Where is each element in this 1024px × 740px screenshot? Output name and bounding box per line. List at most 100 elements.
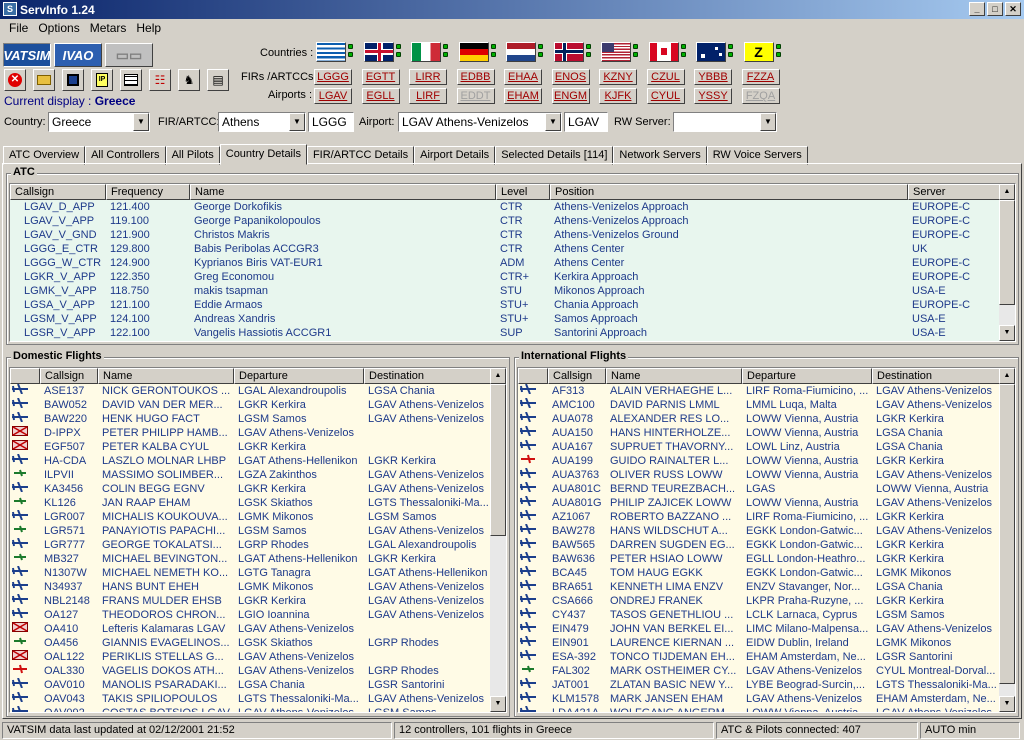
table-row[interactable]: OAV043 TAKIS SPILIOPOULOS LGTS Thessalonik… [10,692,506,706]
table-row[interactable]: OA127 THEODOROS CHRON... LGIO Ioannina LGAV… [10,608,506,622]
table-row[interactable]: LGR571 PANAYIOTIS PAPACHI... LGSM Samos LGA… [10,524,506,538]
table-row[interactable]: AF313 ALAIN VERHAEGHE L... LIRF Roma-Fiumi… [518,384,1015,398]
table-row[interactable]: JAT001 ZLATAN BASIC NEW Y... LYBE Beograd-… [518,678,1015,692]
atc-col-level[interactable]: Level [496,184,550,200]
table-row[interactable]: N34937 HANS BUNT EHEH LGMK Mikonos LGAV Ath… [10,580,506,594]
table-row[interactable]: OAV092 COSTAS BOTSIOS LGAV LGAV Athens-Ven… [10,706,506,712]
table-row[interactable]: OAV010 MANOLIS PSARADAKI... LGSA Chania LGS… [10,678,506,692]
flag-italy[interactable] [411,42,441,62]
fir-button-fzza[interactable]: FZZA [741,69,780,85]
table-row[interactable]: HA-CDA LASZLO MOLNAR LHBP LGAT Athens-Hell… [10,454,506,468]
table-row[interactable]: BAW636 PETER HSIAO LOWW EGLL London-Heathr… [518,552,1015,566]
atc-col-position[interactable]: Position [550,184,908,200]
tab-country-details[interactable]: Country Details [219,144,307,165]
save-button[interactable] [62,69,84,91]
table-row[interactable]: AUA167 SUPRUET THAVORNY... LOWL Linz, Aust… [518,440,1015,454]
scroll-down-icon[interactable]: ▼ [999,696,1015,712]
airport-button-lgav[interactable]: LGAV [314,88,352,104]
table-row[interactable]: BAW565 DARREN SUGDEN EG... EGKK London-Gat… [518,538,1015,552]
table-row[interactable]: LGGG_E_CTR 129.800 Babis Peribolas ACCGR3 C… [10,242,1015,256]
menu-metars[interactable]: Metars [85,21,132,35]
table-row[interactable]: EIN479 JOHN VAN BERKEL EI... LIMC Milano-M… [518,622,1015,636]
flag-netherlands[interactable] [506,42,536,62]
fir-button-enos[interactable]: ENOS [551,69,590,85]
table-row[interactable]: BAW052 DAVID VAN DER MER... LGKR Kerkira LG… [10,398,506,412]
table-row[interactable]: LGAV_V_GND 121.900 Christos Makris CTR Athen… [10,228,1015,242]
airport-button-egll[interactable]: EGLL [361,88,400,104]
table-row[interactable]: FAL302 MARK OSTHEIMER CY... LGAV Athens-Ve… [518,664,1015,678]
flag-uk[interactable] [363,42,394,62]
table-row[interactable]: BAW220 HENK HUGO FACT LGSM Samos LGAV Athen… [10,412,506,426]
vertical-scrollbar[interactable]: ▲ ▼ [999,184,1015,341]
international-col-destination[interactable]: Destination [872,368,1001,384]
table-row[interactable]: LGAV_V_APP 119.100 George Papanikolopoulos… [10,214,1015,228]
menu-options[interactable]: Options [33,21,84,35]
scroll-up-icon[interactable]: ▲ [999,184,1015,200]
table-row[interactable]: AUA801C BERND TEUREZBACH... LGAS LOWW Vienn… [518,482,1015,496]
airport-button-kjfk[interactable]: KJFK [599,88,637,104]
chevron-down-icon[interactable]: ▼ [760,113,776,131]
list-button[interactable]: ☷ [149,69,171,91]
international-col-callsign[interactable]: Callsign [548,368,606,384]
table-row[interactable]: LGR777 GEORGE TOKALATSI... LGRP Rhodes LGAL… [10,538,506,552]
ivao-button[interactable]: IVAO [54,43,102,67]
menu-file[interactable]: File [4,21,33,35]
flag-germany[interactable] [458,42,489,62]
table-row[interactable]: AUA3763 OLIVER RUSS LOWW LOWW Vienna, Aust… [518,468,1015,482]
open-button[interactable] [33,69,55,91]
international-table[interactable]: Callsign Name Departure Destination AF313 ALA… [517,367,1016,713]
table-row[interactable]: OA456 GIANNIS EVAGELINOS... LGSK Skiathos L… [10,636,506,650]
fir-button-lirr[interactable]: LIRR [409,69,447,85]
table-row[interactable]: AMC100 DAVID PARNIS LMML LMML Luqa, Malta L… [518,398,1015,412]
airport-code-input[interactable]: LGAV [564,112,608,132]
stop-button[interactable]: ✕ [4,69,26,91]
table-row[interactable]: BRA651 KENNETH LIMA ENZV ENZV Stavanger, N… [518,580,1015,594]
scroll-down-icon[interactable]: ▼ [490,696,506,712]
table-row[interactable]: LGSR_V_APP 122.100 Vangelis Hassiotis ACCG… [10,326,1015,340]
rw-server-select[interactable]: ▼ [673,112,777,132]
vatsim-button[interactable]: VATSIM [3,43,51,67]
table-row[interactable]: OA410 Lefteris Kalamaras LGAV LGAV Athens-… [10,622,506,636]
scroll-thumb[interactable] [999,200,1015,305]
chat-button[interactable]: ▤ [207,69,229,91]
fir-button-lggg[interactable]: LGGG [314,69,352,85]
table-row[interactable]: EGF507 PETER KALBA CYUL LGKR Kerkira [10,440,506,454]
atc-col-server[interactable]: Server [908,184,1003,200]
table-row[interactable]: AZ1067 ROBERTO BAZZANO ... LIRF Roma-Fiumi… [518,510,1015,524]
domestic-col-destination[interactable]: Destination [364,368,492,384]
scroll-up-icon[interactable]: ▲ [490,368,506,384]
table-row[interactable]: LDA421A WOLFGANG ANGERM... LOWW Vienna, Au… [518,706,1015,712]
minimize-button[interactable]: _ [969,2,985,16]
table-row[interactable]: D-IPPX PETER PHILIPP HAMB... LGAV Athens-V… [10,426,506,440]
airport-button-fzqa[interactable]: FZQA [741,88,780,104]
flag-zulu[interactable]: Z [743,42,774,62]
atc-col-callsign[interactable]: Callsign [10,184,106,200]
maximize-button[interactable]: □ [987,2,1003,16]
fir-button-kzny[interactable]: KZNY [599,69,637,85]
table-row[interactable]: LGR007 MICHALIS KOUKOUVA... LGMK Mikonos LG… [10,510,506,524]
table-row[interactable]: BAW278 HANS WILDSCHUT A... EGKK London-Gat… [518,524,1015,538]
table-row[interactable]: LGMK_V_APP 118.750 makis tsapman STU Mikonos… [10,284,1015,298]
domestic-col-departure[interactable]: Departure [234,368,364,384]
airport-button-lirf[interactable]: LIRF [409,88,447,104]
chevron-down-icon[interactable]: ▼ [289,113,305,131]
table-row[interactable]: AUA801G PHILIP ZAJICEK LOWW LOWW Vienna, A… [518,496,1015,510]
country-select[interactable]: Greece ▼ [48,112,150,132]
table-row[interactable]: OAL122 PERIKLIS STELLAS G... LGAV Athens-V… [10,650,506,664]
table-row[interactable]: AUA078 ALEXANDER RES LO... LOWW Vienna, Au… [518,412,1015,426]
table-row[interactable]: MB327 MICHAEL BEVINGTON... LGAT Athens-Hel… [10,552,506,566]
scroll-up-icon[interactable]: ▲ [999,368,1015,384]
title-bar[interactable]: S ServInfo 1.24 _ □ ✕ [0,0,1024,19]
flag-usa[interactable] [601,42,631,62]
ip-button[interactable]: IP [91,69,113,91]
international-col-departure[interactable]: Departure [742,368,872,384]
international-col-name[interactable]: Name [606,368,742,384]
fir-code-input[interactable]: LGGG [308,112,354,132]
airport-button-engm[interactable]: ENGM [551,88,590,104]
domestic-table[interactable]: Callsign Name Departure Destination ASE137 NI… [9,367,507,713]
table-row[interactable]: KL126 JAN RAAP EHAM LGSK Skiathos LGTS Thes… [10,496,506,510]
fir-select[interactable]: Athens ▼ [218,112,306,132]
table-row[interactable]: LGGG_W_CTR 124.900 Kyprianos Biris VAT-EUR… [10,256,1015,270]
atc-col-name[interactable]: Name [190,184,496,200]
flag-canada[interactable] [648,42,679,62]
